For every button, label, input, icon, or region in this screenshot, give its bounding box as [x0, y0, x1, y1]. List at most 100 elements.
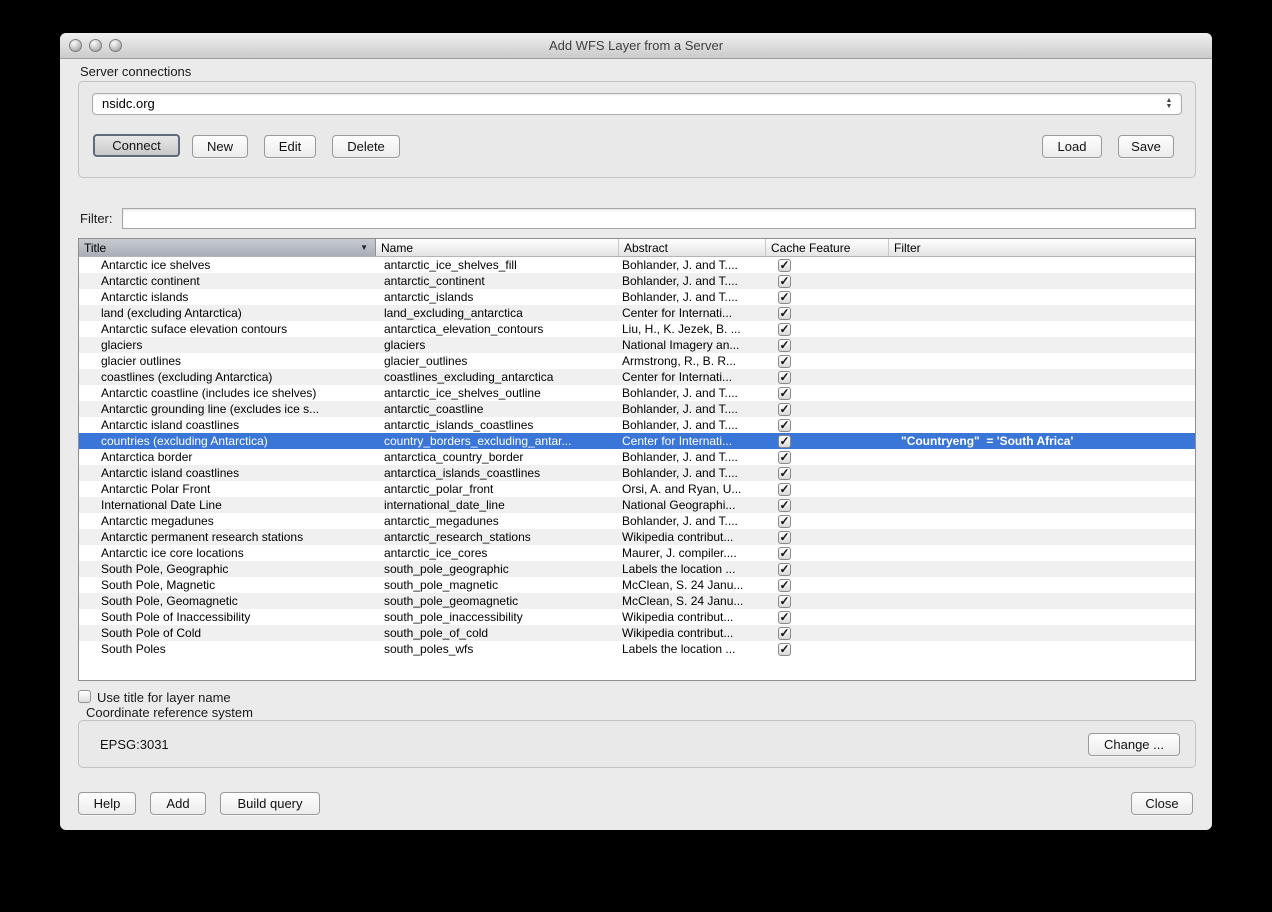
close-button[interactable]: Close — [1131, 792, 1193, 815]
row-cache-cell: ✓ — [766, 321, 889, 337]
cache-feature-checkbox[interactable]: ✓ — [778, 275, 791, 288]
column-header-title[interactable]: Title ▼ — [79, 239, 376, 256]
cache-feature-checkbox[interactable]: ✓ — [778, 499, 791, 512]
save-button[interactable]: Save — [1118, 135, 1174, 158]
cache-feature-checkbox[interactable]: ✓ — [778, 579, 791, 592]
column-header-abstract[interactable]: Abstract — [619, 239, 766, 256]
row-title: Antarctic island coastlines — [79, 417, 376, 433]
row-cache-cell: ✓ — [766, 449, 889, 465]
table-row[interactable]: glacier outlinesglacier_outlinesArmstron… — [79, 353, 1195, 369]
sort-descending-icon: ▼ — [360, 243, 368, 252]
table-row[interactable]: South Polessouth_poles_wfsLabels the loc… — [79, 641, 1195, 657]
table-row[interactable]: South Pole, Magneticsouth_pole_magneticM… — [79, 577, 1195, 593]
cache-feature-checkbox[interactable]: ✓ — [778, 323, 791, 336]
cache-feature-checkbox[interactable]: ✓ — [778, 435, 791, 448]
row-title: Antarctic grounding line (excludes ice s… — [79, 401, 376, 417]
new-button[interactable]: New — [192, 135, 248, 158]
row-cache-cell: ✓ — [766, 625, 889, 641]
cache-feature-checkbox[interactable]: ✓ — [778, 627, 791, 640]
row-name: glacier_outlines — [376, 353, 619, 369]
table-row[interactable]: South Pole of Coldsouth_pole_of_coldWiki… — [79, 625, 1195, 641]
row-cache-cell: ✓ — [766, 641, 889, 657]
cache-feature-checkbox[interactable]: ✓ — [778, 611, 791, 624]
row-title: glacier outlines — [79, 353, 376, 369]
change-crs-button[interactable]: Change ... — [1088, 733, 1180, 756]
filter-input[interactable] — [122, 208, 1196, 229]
table-row[interactable]: Antarctic island coastlinesantarctica_is… — [79, 465, 1195, 481]
row-filter — [889, 353, 1195, 369]
table-row[interactable]: Antarctic continentantarctic_continentBo… — [79, 273, 1195, 289]
row-cache-cell: ✓ — [766, 545, 889, 561]
load-button[interactable]: Load — [1042, 135, 1102, 158]
connect-button[interactable]: Connect — [93, 134, 180, 157]
row-cache-cell: ✓ — [766, 417, 889, 433]
layer-table-header: Title ▼ Name Abstract Cache Feature Filt… — [79, 239, 1195, 257]
table-row[interactable]: South Pole, Geomagneticsouth_pole_geomag… — [79, 593, 1195, 609]
table-row[interactable]: Antarctic megadunesantarctic_megadunesBo… — [79, 513, 1195, 529]
cache-feature-checkbox[interactable]: ✓ — [778, 387, 791, 400]
cache-feature-checkbox[interactable]: ✓ — [778, 355, 791, 368]
cache-feature-checkbox[interactable]: ✓ — [778, 259, 791, 272]
table-row[interactable]: Antarctic suface elevation contoursantar… — [79, 321, 1195, 337]
cache-feature-checkbox[interactable]: ✓ — [778, 451, 791, 464]
column-header-filter[interactable]: Filter — [889, 239, 1195, 256]
cache-feature-checkbox[interactable]: ✓ — [778, 531, 791, 544]
window-title: Add WFS Layer from a Server — [60, 38, 1212, 53]
table-row[interactable]: countries (excluding Antarctica)country_… — [79, 433, 1195, 449]
title-bar[interactable]: Add WFS Layer from a Server — [60, 33, 1212, 59]
build-query-button[interactable]: Build query — [220, 792, 320, 815]
wfs-dialog-window: Add WFS Layer from a Server Server conne… — [60, 33, 1212, 830]
column-header-cache-feature[interactable]: Cache Feature — [766, 239, 889, 256]
table-row[interactable]: coastlines (excluding Antarctica)coastli… — [79, 369, 1195, 385]
row-title: International Date Line — [79, 497, 376, 513]
row-cache-cell: ✓ — [766, 353, 889, 369]
table-row[interactable]: Antarctic ice shelvesantarctic_ice_shelv… — [79, 257, 1195, 273]
row-filter — [889, 273, 1195, 289]
cache-feature-checkbox[interactable]: ✓ — [778, 547, 791, 560]
row-cache-cell: ✓ — [766, 481, 889, 497]
table-row[interactable]: land (excluding Antarctica)land_excludin… — [79, 305, 1195, 321]
row-cache-cell: ✓ — [766, 289, 889, 305]
column-header-name[interactable]: Name — [376, 239, 619, 256]
server-connection-select[interactable]: nsidc.org ▲▼ — [92, 93, 1182, 115]
cache-feature-checkbox[interactable]: ✓ — [778, 419, 791, 432]
table-row[interactable]: Antarctica borderantarctica_country_bord… — [79, 449, 1195, 465]
table-row[interactable]: Antarctic island coastlinesantarctic_isl… — [79, 417, 1195, 433]
cache-feature-checkbox[interactable]: ✓ — [778, 483, 791, 496]
row-title: South Pole, Geographic — [79, 561, 376, 577]
row-cache-cell: ✓ — [766, 561, 889, 577]
add-button[interactable]: Add — [150, 792, 206, 815]
row-filter — [889, 513, 1195, 529]
table-row[interactable]: Antarctic permanent research stationsant… — [79, 529, 1195, 545]
table-row[interactable]: Antarctic Polar Frontantarctic_polar_fro… — [79, 481, 1195, 497]
layer-table[interactable]: Title ▼ Name Abstract Cache Feature Filt… — [78, 238, 1196, 681]
cache-feature-checkbox[interactable]: ✓ — [778, 515, 791, 528]
cache-feature-checkbox[interactable]: ✓ — [778, 403, 791, 416]
table-row[interactable]: South Pole, Geographicsouth_pole_geograp… — [79, 561, 1195, 577]
edit-button[interactable]: Edit — [264, 135, 316, 158]
table-row[interactable]: Antarctic ice core locationsantarctic_ic… — [79, 545, 1195, 561]
delete-button[interactable]: Delete — [332, 135, 400, 158]
row-filter — [889, 625, 1195, 641]
use-title-checkbox[interactable] — [78, 690, 91, 703]
row-abstract: Bohlander, J. and T.... — [619, 465, 766, 481]
help-button[interactable]: Help — [78, 792, 136, 815]
cache-feature-checkbox[interactable]: ✓ — [778, 307, 791, 320]
cache-feature-checkbox[interactable]: ✓ — [778, 563, 791, 576]
row-cache-cell: ✓ — [766, 385, 889, 401]
cache-feature-checkbox[interactable]: ✓ — [778, 595, 791, 608]
table-row[interactable]: International Date Lineinternational_dat… — [79, 497, 1195, 513]
cache-feature-checkbox[interactable]: ✓ — [778, 467, 791, 480]
cache-feature-checkbox[interactable]: ✓ — [778, 339, 791, 352]
table-row[interactable]: South Pole of Inaccessibilitysouth_pole_… — [79, 609, 1195, 625]
table-row[interactable]: Antarctic coastline (includes ice shelve… — [79, 385, 1195, 401]
row-cache-cell: ✓ — [766, 401, 889, 417]
table-row[interactable]: Antarctic islandsantarctic_islandsBohlan… — [79, 289, 1195, 305]
cache-feature-checkbox[interactable]: ✓ — [778, 643, 791, 656]
row-abstract: Bohlander, J. and T.... — [619, 513, 766, 529]
table-row[interactable]: glaciersglaciersNational Imagery an...✓ — [79, 337, 1195, 353]
table-row[interactable]: Antarctic grounding line (excludes ice s… — [79, 401, 1195, 417]
cache-feature-checkbox[interactable]: ✓ — [778, 291, 791, 304]
cache-feature-checkbox[interactable]: ✓ — [778, 371, 791, 384]
row-filter: "Countryeng" = 'South Africa' — [889, 433, 1195, 449]
